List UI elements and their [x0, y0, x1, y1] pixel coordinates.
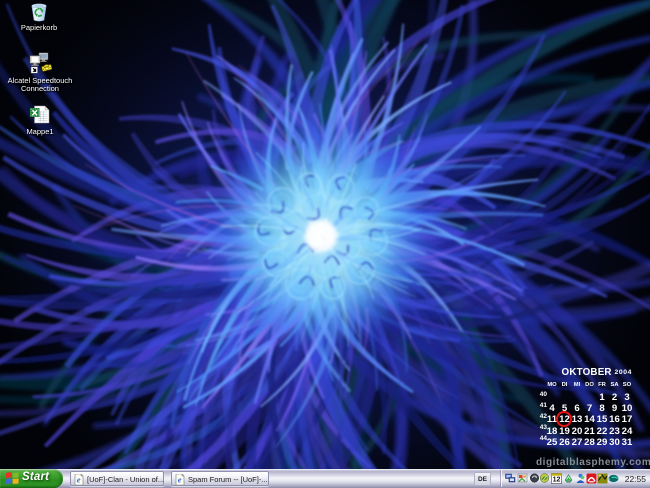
svg-text:12: 12 [553, 477, 561, 484]
svg-text:e: e [178, 474, 182, 484]
svg-text:e: e [77, 474, 81, 484]
